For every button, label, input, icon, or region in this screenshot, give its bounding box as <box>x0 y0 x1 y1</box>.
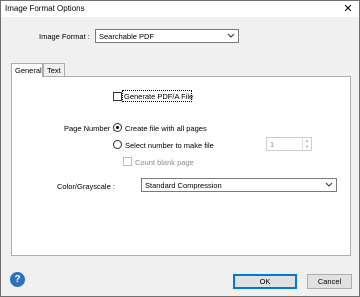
image-format-value: Searchable PDF <box>99 32 155 41</box>
chevron-down-icon <box>227 33 235 38</box>
radio-select-number-label: Select number to make file <box>125 141 214 150</box>
tab-general-label: General <box>15 66 42 75</box>
image-format-label: Image Format : <box>39 32 90 41</box>
close-icon[interactable]: ✕ <box>341 2 355 16</box>
image-format-options-dialog: Image Format Options ✕ Image Format : Se… <box>0 0 360 297</box>
stepper-arrows-icon[interactable]: ▲ ▼ <box>302 138 311 150</box>
general-tab-panel: Generate PDF/A File Page Number : Create… <box>11 76 351 256</box>
tab-text-label: Text <box>47 66 61 75</box>
pdfa-checkbox[interactable] <box>113 92 122 101</box>
radio-select-number[interactable] <box>113 140 122 149</box>
help-icon[interactable]: ? <box>10 272 25 287</box>
color-grayscale-value: Standard Compression <box>145 181 222 190</box>
page-number-label: Page Number : <box>64 124 115 133</box>
number-stepper[interactable]: 1 ▲ ▼ <box>266 137 312 151</box>
image-format-select[interactable]: Searchable PDF <box>95 29 239 43</box>
number-stepper-value: 1 <box>270 140 275 149</box>
count-blank-checkbox[interactable] <box>123 157 132 166</box>
radio-all-pages[interactable] <box>113 123 122 132</box>
chevron-down-icon <box>325 182 333 187</box>
tab-general[interactable]: General <box>11 63 43 77</box>
cancel-button[interactable]: Cancel <box>307 274 352 289</box>
color-grayscale-label: Color/Grayscale : <box>57 182 115 191</box>
count-blank-label: Count blank page <box>135 158 194 167</box>
title-bar: Image Format Options ✕ <box>1 1 359 17</box>
tab-text[interactable]: Text <box>43 63 65 76</box>
pdfa-label: Generate PDF/A File <box>124 92 194 101</box>
ok-button[interactable]: OK <box>233 274 297 289</box>
window-title: Image Format Options <box>5 4 85 13</box>
color-grayscale-select[interactable]: Standard Compression <box>141 178 337 192</box>
radio-all-pages-label: Create file with all pages <box>125 124 207 133</box>
